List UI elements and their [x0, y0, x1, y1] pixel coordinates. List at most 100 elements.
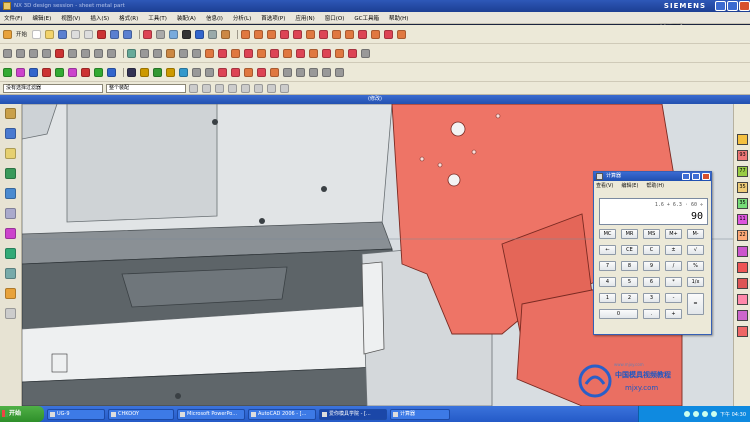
key-plusminus[interactable]: ± [665, 245, 682, 255]
hole-icon[interactable] [280, 29, 290, 39]
lofted-flange-icon[interactable] [348, 48, 357, 58]
flat-pattern-icon[interactable] [205, 48, 214, 58]
delete-icon[interactable] [97, 29, 107, 39]
wcs-icon[interactable] [283, 67, 292, 77]
type-filter-select[interactable]: 没有选择过滤器 [3, 83, 103, 93]
key-2[interactable]: 2 [621, 293, 638, 303]
tray-ime-icon[interactable] [702, 411, 708, 417]
shade-icon[interactable] [127, 67, 136, 77]
polygon-icon[interactable] [322, 67, 331, 77]
drawn-cutout-icon[interactable] [296, 48, 305, 58]
start-icon[interactable] [3, 29, 12, 39]
constraint-icon[interactable] [29, 67, 38, 77]
pocket-icon[interactable] [306, 29, 316, 39]
swatch-11[interactable] [737, 294, 748, 305]
snap-point-icon[interactable] [254, 83, 263, 93]
sketch-icon[interactable] [241, 29, 251, 39]
swatch-1[interactable] [737, 134, 748, 145]
line-icon[interactable] [3, 48, 12, 58]
calc-menu-help[interactable]: 帮助(H) [646, 182, 664, 189]
key-c[interactable]: C [643, 245, 660, 255]
undo-icon[interactable] [110, 29, 120, 39]
redo-icon[interactable] [123, 29, 133, 39]
key-divide[interactable]: / [665, 261, 682, 271]
extrude-icon[interactable] [254, 29, 264, 39]
swatch-13[interactable] [737, 326, 748, 337]
snap-curve-icon[interactable] [280, 83, 289, 93]
system-icon[interactable] [5, 268, 16, 279]
menu-assembly[interactable]: 装配(A) [177, 14, 196, 22]
calc-menu-edit[interactable]: 编辑(E) [621, 182, 638, 189]
swatch-10[interactable] [737, 278, 748, 289]
menu-window[interactable]: 窗口(O) [325, 14, 345, 22]
palettes-icon[interactable] [5, 228, 16, 239]
circle-icon[interactable] [309, 67, 318, 77]
key-8[interactable]: 8 [621, 261, 638, 271]
bottom-view-icon[interactable] [270, 67, 279, 77]
clearance-icon[interactable] [81, 67, 90, 77]
datum-icon[interactable] [296, 67, 305, 77]
key-multiply[interactable]: * [665, 277, 682, 287]
menu-gc-toolbox[interactable]: GC工具箱 [354, 14, 379, 22]
new-icon[interactable] [32, 29, 42, 39]
key-mplus[interactable]: M+ [665, 229, 682, 239]
contour-flange-icon[interactable] [335, 48, 344, 58]
key-ms[interactable]: MS [643, 229, 660, 239]
task-calculator[interactable]: 计算器 [390, 408, 450, 420]
punch-icon[interactable] [309, 48, 318, 58]
thicken-icon[interactable] [153, 48, 162, 58]
ortho-icon[interactable] [179, 67, 188, 77]
project-icon[interactable] [81, 48, 90, 58]
snap-midpoint-icon[interactable] [202, 83, 211, 93]
start-button[interactable]: 开始 [0, 406, 44, 422]
close-button[interactable] [739, 1, 750, 11]
snap-endpoint-icon[interactable] [189, 83, 198, 93]
measure-icon[interactable] [361, 48, 370, 58]
shell-icon[interactable] [358, 29, 368, 39]
key-6[interactable]: 6 [643, 277, 660, 287]
key-backspace[interactable]: ← [599, 245, 616, 255]
pad-icon[interactable] [319, 29, 329, 39]
unbend-icon[interactable] [192, 48, 201, 58]
sew-icon[interactable] [140, 48, 149, 58]
key-9[interactable]: 9 [643, 261, 660, 271]
save-icon[interactable] [58, 29, 68, 39]
swatch-8[interactable] [737, 246, 748, 257]
iso-view-icon[interactable] [218, 67, 227, 77]
swatch-7[interactable]: 22 [737, 230, 748, 241]
tab-icon[interactable] [231, 48, 240, 58]
key-mminus[interactable]: M- [687, 229, 704, 239]
explode-icon[interactable] [42, 67, 51, 77]
key-5[interactable]: 5 [621, 277, 638, 287]
key-7[interactable]: 7 [599, 261, 616, 271]
louver-icon[interactable] [244, 48, 253, 58]
trim-icon[interactable] [371, 29, 381, 39]
snap-center-icon[interactable] [215, 83, 224, 93]
key-4[interactable]: 4 [599, 277, 616, 287]
key-1[interactable]: 1 [599, 293, 616, 303]
key-minus[interactable]: - [665, 293, 682, 303]
assembly-navigator-icon[interactable] [5, 148, 16, 159]
key-mr[interactable]: MR [621, 229, 638, 239]
maximize-button[interactable] [727, 1, 738, 11]
manufacturing-wizard-icon[interactable] [5, 308, 16, 319]
menu-insert[interactable]: 插入(S) [90, 14, 109, 22]
menu-analysis[interactable]: 分析(L) [233, 14, 251, 22]
calculator-close-button[interactable] [702, 173, 710, 180]
edge-icon[interactable] [140, 67, 149, 77]
task-chkooy[interactable]: CHKOOY [108, 408, 174, 420]
minimize-button[interactable] [715, 1, 726, 11]
snap-intersection-icon[interactable] [241, 83, 250, 93]
menu-tools[interactable]: 工具(T) [148, 14, 167, 22]
swatch-6[interactable]: 11 [737, 214, 748, 225]
ellipse-icon[interactable] [335, 67, 344, 77]
key-3[interactable]: 3 [643, 293, 660, 303]
menu-help[interactable]: 帮助(H) [389, 14, 408, 22]
paste-icon[interactable] [84, 29, 94, 39]
task-autocad[interactable]: AutoCAD 2006 - [... [248, 408, 316, 420]
right-view-icon[interactable] [244, 67, 253, 77]
scope-select[interactable]: 整个装配 [106, 83, 186, 93]
corner-icon[interactable] [218, 48, 227, 58]
rotate-icon[interactable] [221, 29, 231, 39]
swatch-12[interactable] [737, 310, 748, 321]
